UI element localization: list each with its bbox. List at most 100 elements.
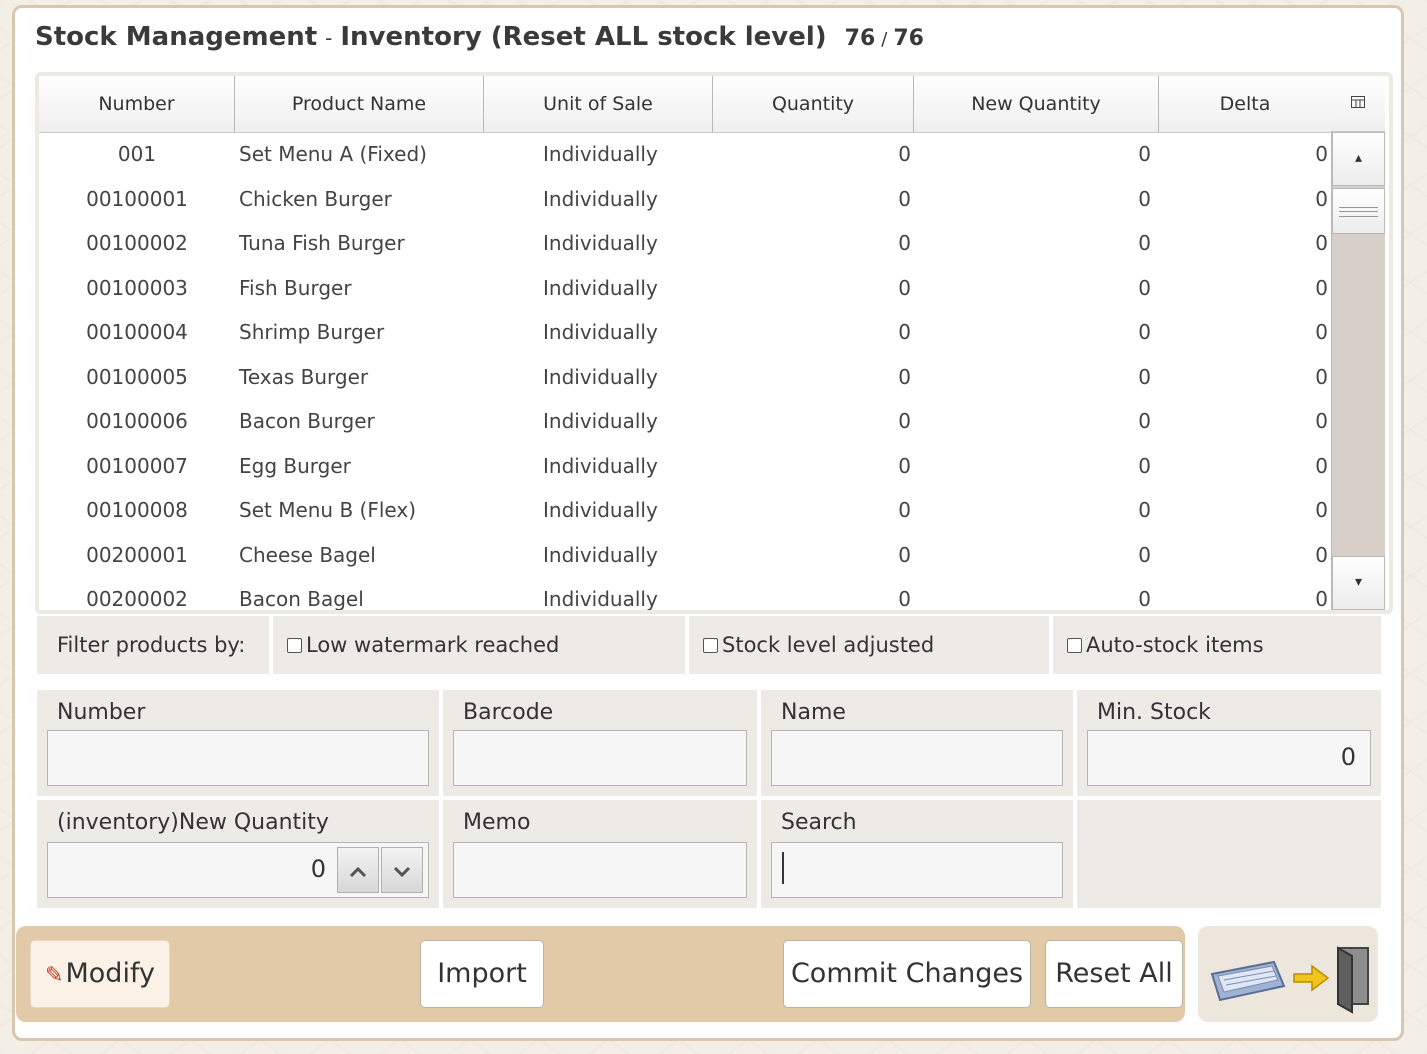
column-header-unit-of-sale[interactable]: Unit of Sale bbox=[484, 76, 713, 132]
cell-product-name: Fish Burger bbox=[239, 275, 352, 300]
table-row[interactable]: 00100007 Egg Burger Individually 0 0 0 bbox=[39, 444, 1331, 489]
scroll-down-button[interactable]: ▾ bbox=[1332, 556, 1385, 610]
column-header-quantity[interactable]: Quantity bbox=[713, 76, 914, 132]
cell-unit-of-sale: Individually bbox=[543, 320, 658, 345]
column-header-delta[interactable]: Delta bbox=[1159, 76, 1331, 132]
title-module: Stock Management bbox=[35, 22, 318, 52]
record-count-total: 76 bbox=[893, 26, 924, 51]
cell-number: 00100008 bbox=[86, 498, 188, 523]
cell-delta: 0 bbox=[1315, 231, 1328, 256]
memo-input[interactable] bbox=[453, 842, 747, 898]
cell-delta: 0 bbox=[1315, 453, 1328, 478]
table-row[interactable]: 00100004 Shrimp Burger Individually 0 0 0 bbox=[39, 310, 1331, 355]
cell-new-quantity: 0 bbox=[1138, 409, 1151, 434]
filter-low-watermark[interactable]: Low watermark reached bbox=[273, 616, 685, 674]
memo-field-group: Memo bbox=[443, 800, 757, 908]
import-button[interactable]: Import bbox=[420, 940, 544, 1008]
table-row[interactable]: 00100005 Texas Burger Individually 0 0 0 bbox=[39, 355, 1331, 400]
keyboard-exit-icon[interactable] bbox=[1204, 934, 1374, 1014]
commit-changes-button[interactable]: Commit Changes bbox=[783, 940, 1031, 1008]
cell-delta: 0 bbox=[1315, 498, 1328, 523]
cell-unit-of-sale: Individually bbox=[543, 364, 658, 389]
column-header-number[interactable]: Number bbox=[39, 76, 235, 132]
stock-adjusted-label: Stock level adjusted bbox=[722, 633, 935, 657]
column-header-new-quantity[interactable]: New Quantity bbox=[914, 76, 1159, 132]
min-stock-input[interactable]: 0 bbox=[1087, 730, 1371, 786]
cell-unit-of-sale: Individually bbox=[543, 142, 658, 167]
cell-unit-of-sale: Individually bbox=[543, 275, 658, 300]
cell-number: 00100003 bbox=[86, 275, 188, 300]
number-input[interactable] bbox=[47, 730, 429, 786]
text-cursor bbox=[782, 852, 784, 884]
table-row[interactable]: 001 Set Menu A (Fixed) Individually 0 0 0 bbox=[39, 132, 1331, 177]
cell-delta: 0 bbox=[1315, 142, 1328, 167]
cell-delta: 0 bbox=[1315, 587, 1328, 610]
cell-product-name: Chicken Burger bbox=[239, 186, 392, 211]
cell-delta: 0 bbox=[1315, 320, 1328, 345]
table-row[interactable]: 00100001 Chicken Burger Individually 0 0 0 bbox=[39, 177, 1331, 222]
cell-delta: 0 bbox=[1315, 409, 1328, 434]
column-header-product-name[interactable]: Product Name bbox=[235, 76, 484, 132]
cell-quantity: 0 bbox=[898, 453, 911, 478]
column-chooser-icon[interactable] bbox=[1331, 76, 1385, 132]
min-stock-label: Min. Stock bbox=[1097, 700, 1211, 725]
reset-all-button[interactable]: Reset All bbox=[1045, 940, 1183, 1008]
product-form: Number Barcode Name Min. Stock 0 (invent… bbox=[37, 690, 1381, 908]
barcode-label: Barcode bbox=[463, 700, 554, 725]
record-count-shown: 76 bbox=[844, 26, 876, 51]
barcode-field-group: Barcode bbox=[443, 690, 757, 796]
vertical-scrollbar[interactable]: ▴ ▾ bbox=[1331, 132, 1385, 610]
auto-stock-checkbox[interactable] bbox=[1067, 637, 1082, 653]
modify-button[interactable]: ✎Modify bbox=[30, 940, 170, 1008]
cell-unit-of-sale: Individually bbox=[543, 542, 658, 567]
cell-delta: 0 bbox=[1315, 364, 1328, 389]
filter-stock-adjusted[interactable]: Stock level adjusted bbox=[689, 616, 1049, 674]
table-row[interactable]: 00200001 Cheese Bagel Individually 0 0 0 bbox=[39, 533, 1331, 578]
cell-quantity: 0 bbox=[898, 498, 911, 523]
table-row[interactable]: 00100002 Tuna Fish Burger Individually 0 0 0 bbox=[39, 221, 1331, 266]
increment-button[interactable] bbox=[337, 847, 379, 893]
cell-quantity: 0 bbox=[898, 587, 911, 610]
table-row[interactable]: 00100008 Set Menu B (Flex) Individually 0 0 0 bbox=[39, 488, 1331, 533]
stock-adjusted-checkbox[interactable] bbox=[703, 637, 718, 653]
cell-number: 00100007 bbox=[86, 453, 188, 478]
cell-quantity: 0 bbox=[898, 409, 911, 434]
action-bar: ✎Modify Import Commit Changes Reset All bbox=[16, 926, 1185, 1022]
table-row[interactable]: 00100006 Bacon Burger Individually 0 0 0 bbox=[39, 399, 1331, 444]
cell-quantity: 0 bbox=[898, 320, 911, 345]
cell-number: 001 bbox=[117, 142, 157, 167]
search-input[interactable] bbox=[771, 842, 1063, 898]
pencil-disabled-icon: ✎ bbox=[45, 963, 64, 988]
name-input[interactable] bbox=[771, 730, 1063, 786]
title-separator: - bbox=[325, 26, 333, 50]
table-body: 001 Set Menu A (Fixed) Individually 0 0 0 0010… bbox=[39, 132, 1331, 610]
table-row[interactable]: 00200002 Bacon Bagel Individually 0 0 0 bbox=[39, 577, 1331, 610]
cell-product-name: Shrimp Burger bbox=[239, 320, 385, 345]
cell-unit-of-sale: Individually bbox=[543, 409, 658, 434]
barcode-input[interactable] bbox=[453, 730, 747, 786]
decrement-button[interactable] bbox=[381, 847, 423, 893]
keyboard-exit-panel bbox=[1198, 926, 1378, 1022]
door-icon bbox=[1337, 946, 1369, 1014]
cell-new-quantity: 0 bbox=[1138, 231, 1151, 256]
filter-auto-stock[interactable]: Auto-stock items bbox=[1053, 616, 1381, 674]
cell-product-name: Set Menu B (Flex) bbox=[239, 498, 417, 523]
cell-new-quantity: 0 bbox=[1138, 364, 1151, 389]
low-watermark-checkbox[interactable] bbox=[287, 637, 302, 653]
number-field-group: Number bbox=[37, 690, 439, 796]
arrow-right-icon bbox=[1293, 964, 1330, 992]
stock-management-window: Stock Management - Inventory (Reset ALL st… bbox=[12, 5, 1404, 1041]
cell-new-quantity: 0 bbox=[1138, 275, 1151, 300]
scrollbar-thumb[interactable] bbox=[1332, 188, 1385, 234]
cell-new-quantity: 0 bbox=[1138, 542, 1151, 567]
scroll-up-button[interactable]: ▴ bbox=[1332, 132, 1385, 186]
cell-unit-of-sale: Individually bbox=[543, 453, 658, 478]
cell-unit-of-sale: Individually bbox=[543, 231, 658, 256]
empty-form-cell bbox=[1077, 800, 1381, 908]
cell-product-name: Tuna Fish Burger bbox=[239, 231, 405, 256]
keyboard-icon bbox=[1210, 960, 1286, 1002]
table-row[interactable]: 00100003 Fish Burger Individually 0 0 0 bbox=[39, 266, 1331, 311]
low-watermark-label: Low watermark reached bbox=[306, 633, 560, 657]
cell-number: 00100001 bbox=[86, 186, 188, 211]
cell-delta: 0 bbox=[1315, 186, 1328, 211]
